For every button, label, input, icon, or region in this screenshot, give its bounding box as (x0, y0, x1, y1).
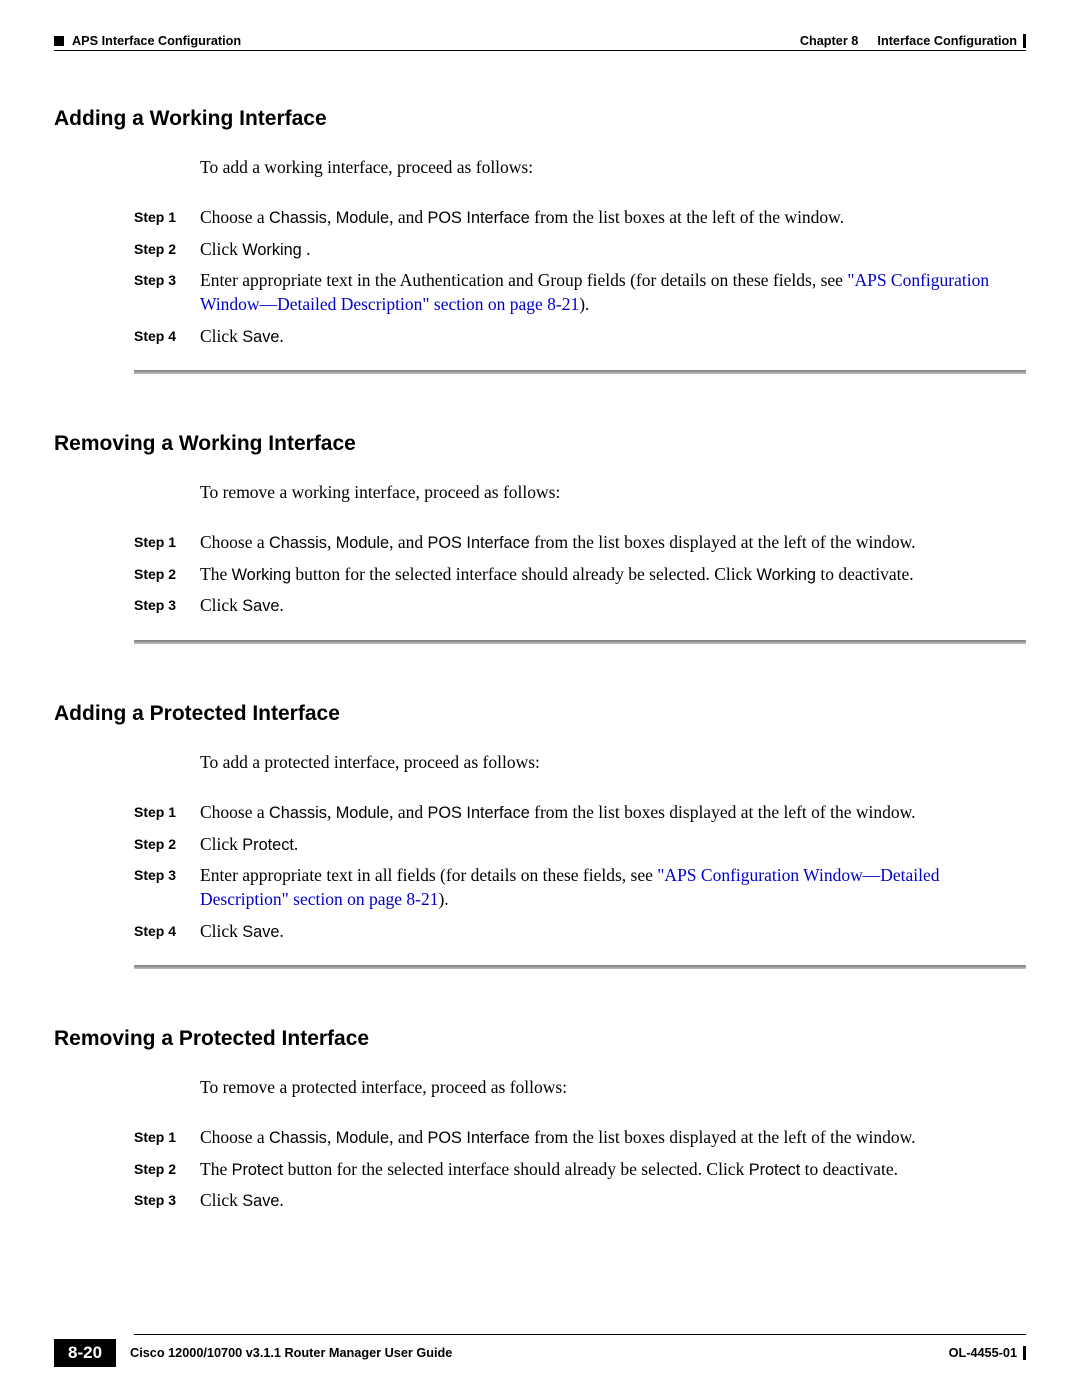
section-title-remove-protected: Removing a Protected Interface (54, 1027, 1026, 1051)
footer-doc-id: OL-4455-01 (949, 1346, 1017, 1360)
header-square-icon (54, 36, 64, 46)
steps-block: Step 1 Choose a Chassis, Module, and POS… (134, 531, 1020, 618)
steps-block: Step 1 Choose a Chassis, Module, and POS… (134, 206, 1020, 348)
step-label: Step 3 (134, 269, 200, 290)
header-left-text: APS Interface Configuration (72, 34, 241, 48)
page-header: APS Interface Configuration Chapter 8 In… (54, 34, 1026, 51)
step-label: Step 1 (134, 801, 200, 822)
header-title: Interface Configuration (877, 34, 1017, 48)
step-label: Step 2 (134, 833, 200, 854)
section-divider (134, 965, 1026, 969)
intro-text: To remove a protected interface, proceed… (200, 1077, 1026, 1098)
step-text: Click Save. (200, 920, 1020, 944)
step-text: Click Save. (200, 1189, 1020, 1213)
page-footer: 8-20 Cisco 12000/10700 v3.1.1 Router Man… (54, 1334, 1026, 1367)
intro-text: To add a protected interface, proceed as… (200, 752, 1026, 773)
step-text: Click Protect. (200, 833, 1020, 857)
intro-text: To remove a working interface, proceed a… (200, 482, 1026, 503)
step-text: Click Save. (200, 594, 1020, 618)
step-text: The Working button for the selected inte… (200, 563, 1020, 587)
step-label: Step 3 (134, 864, 200, 885)
step-label: Step 3 (134, 1189, 200, 1210)
step-label: Step 2 (134, 238, 200, 259)
step-label: Step 1 (134, 206, 200, 227)
header-chapter: Chapter 8 (800, 34, 859, 48)
step-label: Step 2 (134, 1158, 200, 1179)
step-text: Choose a Chassis, Module, and POS Interf… (200, 801, 1020, 825)
step-text: Enter appropriate text in all fields (fo… (200, 864, 1020, 911)
step-label: Step 3 (134, 594, 200, 615)
steps-block: Step 1 Choose a Chassis, Module, and POS… (134, 1126, 1020, 1213)
step-text: Click Working . (200, 238, 1020, 262)
step-label: Step 1 (134, 531, 200, 552)
step-text: Click Save. (200, 325, 1020, 349)
step-label: Step 4 (134, 325, 200, 346)
section-divider (134, 370, 1026, 374)
section-divider (134, 640, 1026, 644)
intro-text: To add a working interface, proceed as f… (200, 157, 1026, 178)
step-text: Choose a Chassis, Module, and POS Interf… (200, 531, 1020, 555)
page-number: 8-20 (54, 1339, 116, 1367)
step-label: Step 2 (134, 563, 200, 584)
steps-block: Step 1 Choose a Chassis, Module, and POS… (134, 801, 1020, 943)
step-text: Choose a Chassis, Module, and POS Interf… (200, 206, 1020, 230)
header-bar-icon (1023, 34, 1026, 48)
footer-bar-icon (1023, 1346, 1026, 1360)
step-text: Enter appropriate text in the Authentica… (200, 269, 1020, 316)
step-label: Step 1 (134, 1126, 200, 1147)
section-title-remove-working: Removing a Working Interface (54, 432, 1026, 456)
step-label: Step 4 (134, 920, 200, 941)
footer-guide-title: Cisco 12000/10700 v3.1.1 Router Manager … (130, 1346, 452, 1360)
step-text: Choose a Chassis, Module, and POS Interf… (200, 1126, 1020, 1150)
section-title-add-protected: Adding a Protected Interface (54, 702, 1026, 726)
section-title-add-working: Adding a Working Interface (54, 107, 1026, 131)
step-text: The Protect button for the selected inte… (200, 1158, 1020, 1182)
